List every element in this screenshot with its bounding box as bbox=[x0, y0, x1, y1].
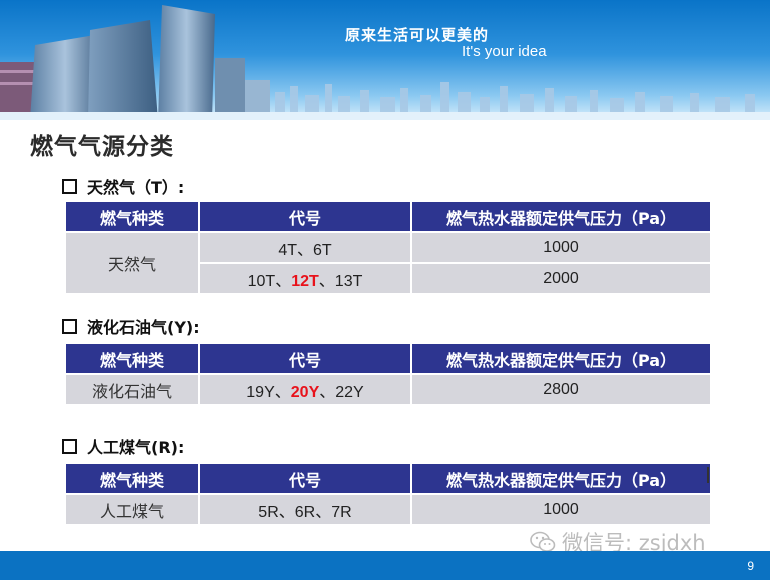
section-heading-label: 天然气（T）: bbox=[87, 178, 185, 197]
separator-text: 、 bbox=[315, 503, 332, 521]
section-heading-label: 人工煤气(R): bbox=[87, 438, 185, 457]
header-banner: 原来生活可以更美的 It's your idea bbox=[0, 0, 770, 120]
separator-text: 、 bbox=[318, 272, 335, 290]
code-text: 4T bbox=[278, 241, 297, 259]
column-header-type: 燃气种类 bbox=[66, 202, 200, 233]
code-cell: 4T、6T bbox=[199, 232, 412, 264]
code-text: 6R bbox=[294, 503, 316, 521]
banner-slogan: 原来生活可以更美的 bbox=[345, 26, 490, 44]
section-heading-lpg: 液化石油气(Y): bbox=[62, 316, 200, 337]
pressure-cell: 2800 bbox=[411, 374, 710, 406]
checkbox-bullet-icon bbox=[62, 178, 77, 194]
pressure-cell: 1000 bbox=[411, 232, 710, 264]
pressure-cell: 2000 bbox=[411, 263, 710, 295]
column-header-type: 燃气种类 bbox=[66, 344, 200, 375]
wechat-logo-icon bbox=[530, 531, 556, 552]
section-heading-natural-gas: 天然气（T）: bbox=[62, 176, 185, 197]
column-header-type: 燃气种类 bbox=[66, 464, 200, 495]
code-text: 13T bbox=[334, 272, 363, 290]
manufactured-gas-table: 燃气种类 代号 燃气热水器额定供气压力（Pa） 人工煤气 5R、6R、7R 10… bbox=[66, 464, 710, 526]
pressure-cell: 1000 bbox=[411, 494, 710, 526]
table-row: 人工煤气 5R、6R、7R 1000 bbox=[66, 494, 710, 526]
banner-tagline: It's your idea bbox=[462, 43, 547, 60]
page-number: 9 bbox=[747, 559, 754, 573]
code-text: 19Y bbox=[246, 383, 275, 401]
column-header-code: 代号 bbox=[199, 202, 412, 233]
code-text: 22Y bbox=[335, 383, 364, 401]
checkbox-bullet-icon bbox=[62, 318, 77, 334]
code-text: 10T bbox=[247, 272, 276, 290]
table-header-row: 燃气种类 代号 燃气热水器额定供气压力（Pa） bbox=[66, 464, 710, 495]
table-row: 天然气 4T、6T 1000 bbox=[66, 232, 710, 295]
footer-bar: 9 bbox=[0, 551, 770, 580]
table-header-row: 燃气种类 代号 燃气热水器额定供气压力（Pa） bbox=[66, 202, 710, 233]
natural-gas-table: 燃气种类 代号 燃气热水器额定供气压力（Pa） 天然气 4T、6T 1000 1… bbox=[66, 202, 710, 295]
highlighted-code-text: 12T bbox=[291, 272, 319, 290]
code-text: 6T bbox=[313, 241, 332, 259]
column-header-pressure: 燃气热水器额定供气压力（Pa） bbox=[411, 202, 710, 233]
highlighted-code-text: 20Y bbox=[290, 383, 320, 401]
table-header-row: 燃气种类 代号 燃气热水器额定供气压力（Pa） bbox=[66, 344, 710, 375]
table-row: 液化石油气 19Y、20Y、22Y 2800 bbox=[66, 374, 710, 406]
section-heading-label: 液化石油气(Y): bbox=[87, 318, 200, 337]
column-header-code: 代号 bbox=[199, 344, 412, 375]
city-skyline-image bbox=[0, 5, 770, 120]
gas-type-cell: 液化石油气 bbox=[66, 374, 200, 406]
checkbox-bullet-icon bbox=[62, 438, 77, 454]
separator-text: 、 bbox=[296, 241, 313, 259]
page-title: 燃气气源分类 bbox=[30, 134, 174, 160]
code-text: 5R bbox=[258, 503, 279, 521]
stray-divider-mark bbox=[707, 467, 709, 483]
column-header-pressure: 燃气热水器额定供气压力（Pa） bbox=[411, 464, 710, 495]
separator-text: 、 bbox=[319, 383, 336, 401]
lpg-table: 燃气种类 代号 燃气热水器额定供气压力（Pa） 液化石油气 19Y、20Y、22… bbox=[66, 344, 710, 406]
separator-text: 、 bbox=[274, 383, 291, 401]
column-header-pressure: 燃气热水器额定供气压力（Pa） bbox=[411, 344, 710, 375]
gas-type-cell: 人工煤气 bbox=[66, 494, 200, 526]
column-header-code: 代号 bbox=[199, 464, 412, 495]
section-heading-manufactured-gas: 人工煤气(R): bbox=[62, 436, 185, 457]
separator-text: 、 bbox=[278, 503, 295, 521]
code-cell: 19Y、20Y、22Y bbox=[199, 374, 412, 406]
code-cell: 5R、6R、7R bbox=[199, 494, 412, 526]
code-cell: 10T、12T、13T bbox=[199, 263, 412, 295]
separator-text: 、 bbox=[275, 272, 292, 290]
gas-type-cell: 天然气 bbox=[66, 232, 200, 295]
code-text: 7R bbox=[331, 503, 352, 521]
